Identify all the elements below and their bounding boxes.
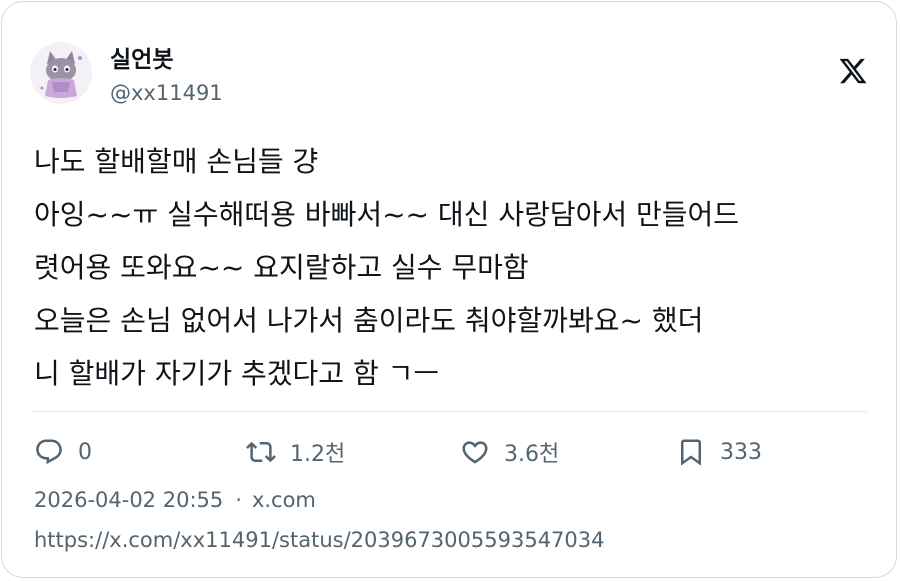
x-logo-icon[interactable] [838, 56, 868, 86]
tweet-text-line: 렷어용 또와요~~ 요지랄하고 실수 무마함 [34, 251, 529, 284]
timestamp[interactable]: 2026-04-02 20:55 [34, 488, 223, 512]
tweet-card: 실언봇 @xx11491 나도 할배할매 손님들 걍 아잉~~ㅠ 실수해떠용 바… [1, 1, 897, 578]
tweet-text-line: 니 할배가 자기가 추겠다고 함 ㄱㅡ [34, 357, 440, 390]
tweet-text-line: 오늘은 손님 없어서 나가서 춤이라도 춰야할까봐요~ 했더 [34, 304, 704, 337]
bookmark-icon [681, 439, 701, 466]
reply-icon [36, 439, 62, 465]
retweet-count: 1.2천 [290, 442, 346, 467]
action-bar: 0 1.2천 3.6천 333 [34, 432, 868, 472]
meta-separator: · [235, 488, 242, 512]
tweet-text-line: 아잉~~ㅠ 실수해떠용 바빠서~~ 대신 사랑담아서 만들어드 [34, 198, 740, 231]
tweet-header: 실언봇 @xx11491 [30, 42, 872, 112]
heart-icon [462, 441, 488, 464]
tweet-url[interactable]: https://x.com/xx11491/status/20396730055… [34, 525, 605, 555]
retweet-button[interactable]: 1.2천 [246, 432, 345, 472]
reply-button[interactable]: 0 [34, 432, 92, 472]
source-link[interactable]: x.com [252, 488, 316, 512]
display-name[interactable]: 실언봇 [110, 45, 173, 75]
like-button[interactable]: 3.6천 [460, 432, 559, 472]
bookmark-count: 333 [720, 439, 762, 465]
divider [32, 411, 868, 412]
reply-count: 0 [78, 439, 92, 465]
tweet-meta: 2026-04-02 20:55 · x.com [34, 485, 316, 515]
avatar-cat-icon [30, 42, 92, 104]
bookmark-button[interactable]: 333 [676, 432, 762, 472]
retweet-icon [246, 441, 276, 463]
avatar[interactable] [30, 42, 92, 104]
tweet-text-line: 나도 할배할매 손님들 걍 [34, 145, 319, 178]
tweet-text: 나도 할배할매 손님들 걍 아잉~~ㅠ 실수해떠용 바빠서~~ 대신 사랑담아서… [34, 135, 872, 400]
user-handle[interactable]: @xx11491 [110, 79, 223, 107]
like-count: 3.6천 [504, 442, 560, 467]
